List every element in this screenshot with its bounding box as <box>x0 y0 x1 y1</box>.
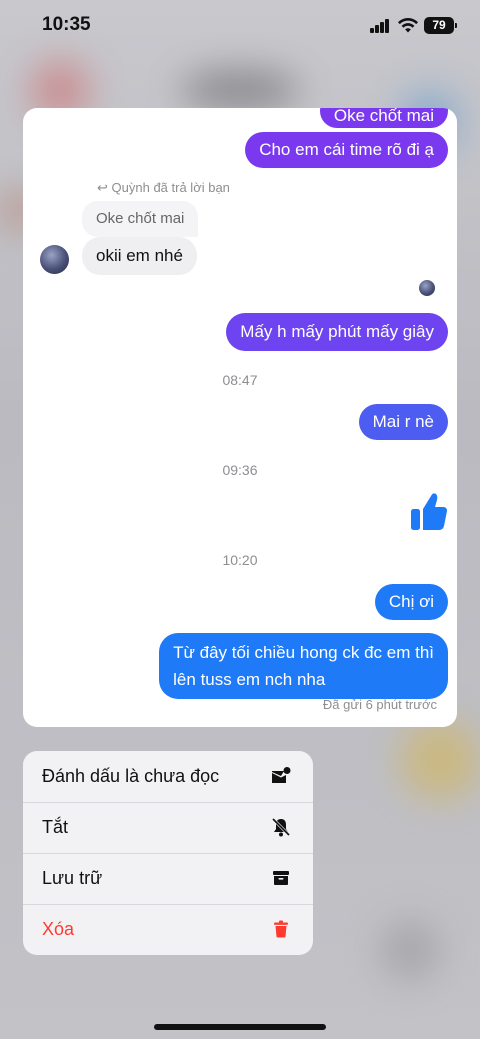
menu-item-label: Lưu trữ <box>42 868 103 888</box>
message-bubble-received: okii em nhé <box>82 237 197 275</box>
menu-item-mark-unread[interactable]: Đánh dấu là chưa đọc <box>23 751 313 802</box>
status-bar: 10:35 79 <box>0 0 480 52</box>
wifi-icon <box>398 17 418 33</box>
thumbs-up-icon <box>411 493 447 530</box>
timestamp: 10:20 <box>222 552 258 568</box>
reply-meta-text: Quỳnh đã trả lời bạn <box>111 180 230 195</box>
quoted-message: Oke chốt mai <box>82 201 199 237</box>
timestamp: 09:36 <box>222 462 258 478</box>
archive-icon <box>273 871 289 885</box>
menu-item-label: Tắt <box>42 817 69 837</box>
message-line: lên tuss em nch nha <box>173 670 326 689</box>
battery-icon: 79 <box>424 17 457 34</box>
menu-item-mute[interactable]: Tắt <box>23 802 313 853</box>
cellular-signal-icon <box>370 19 390 33</box>
message-bubble-sent: Cho em cái time rõ đi ạ <box>245 132 448 168</box>
status-time: 10:35 <box>42 14 91 35</box>
home-indicator[interactable] <box>154 1024 326 1030</box>
bell-slash-icon <box>271 817 291 837</box>
message-bubble-sent: Mấy h mấy phút mấy giây <box>226 313 448 351</box>
seen-avatar <box>419 280 435 296</box>
message-bubble-sent: Mai r nè <box>358 404 448 440</box>
trash-icon <box>274 920 288 938</box>
message-bubble-sent: Từ đây tối chiều hong ck đc em thì lên t… <box>159 633 448 699</box>
menu-item-label: Đánh dấu là chưa đọc <box>42 766 220 786</box>
menu-item-delete[interactable]: Xóa <box>23 904 313 955</box>
menu-item-archive[interactable]: Lưu trữ <box>23 853 313 904</box>
message-bubble-sent: Chị ơi <box>374 584 448 620</box>
contact-avatar <box>40 245 69 274</box>
reply-indicator: ↩ Quỳnh đã trả lời bạn <box>97 180 230 196</box>
message-line: Từ đây tối chiều hong ck đc em thì <box>173 643 434 662</box>
context-menu: Đánh dấu là chưa đọc Tắt Lưu trữ Xóa <box>23 751 313 955</box>
chat-preview-card[interactable]: Oke chốt mai Cho em cái time rõ đi ạ ↩ Q… <box>23 108 457 727</box>
menu-item-label: Xóa <box>42 919 75 939</box>
battery-level: 79 <box>432 18 446 32</box>
mark-unread-icon <box>272 767 291 783</box>
reply-arrow-icon: ↩ <box>97 180 108 195</box>
delivery-status: Đã gửi 6 phút trước <box>322 697 437 712</box>
timestamp: 08:47 <box>222 372 258 388</box>
message-bubble-sent: Oke chốt mai <box>319 108 448 128</box>
